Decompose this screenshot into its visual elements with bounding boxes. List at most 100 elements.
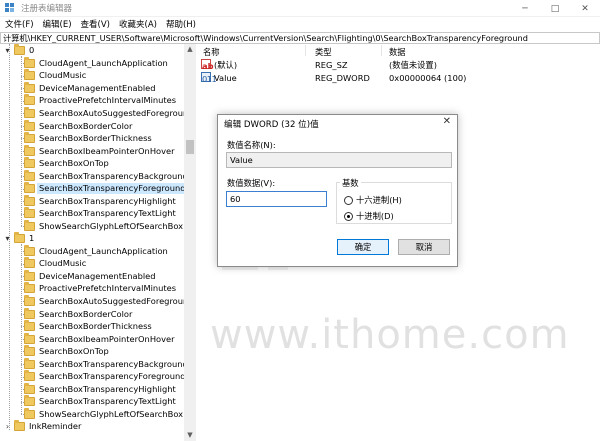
scrollbar-thumb[interactable]	[186, 140, 194, 154]
folder-icon	[24, 219, 35, 231]
ok-button[interactable]: 确定	[337, 239, 389, 255]
maximize-button[interactable]: □	[540, 0, 570, 17]
collapse-arrow-icon[interactable]: ▾	[3, 234, 12, 243]
folder-icon	[24, 169, 35, 181]
folder-icon	[24, 382, 35, 394]
tree-node-child[interactable]: SearchBoxTransparencyTextLight	[21, 207, 178, 221]
decimal-radio[interactable]: 十进制(D)	[344, 210, 394, 222]
folder-icon	[24, 144, 35, 156]
tree-node-child[interactable]: SearchBoxTransparencyHighlight	[21, 194, 178, 208]
menu-bar: 文件(F) 编辑(E) 查看(V) 收藏夹(A) 帮助(H)	[0, 17, 600, 31]
tree-node-label: SearchBoxTransparencyHighlight	[39, 195, 176, 206]
minimize-button[interactable]: ─	[510, 0, 540, 17]
value-name-field[interactable]: Value	[226, 152, 452, 168]
scroll-up-arrow-icon[interactable]: ▲	[184, 44, 196, 55]
decimal-radio-label: 十进制(D)	[356, 211, 394, 221]
menu-view[interactable]: 查看(V)	[77, 18, 114, 30]
menu-favorites[interactable]: 收藏夹(A)	[115, 18, 161, 30]
dialog-close-icon[interactable]: ✕	[443, 116, 451, 127]
tree-node-0[interactable]: ▾ 0	[3, 44, 36, 57]
key-tree[interactable]: ▾ 0 CloudAgent_LaunchApplication CloudMus…	[0, 44, 196, 441]
tree-node-child[interactable]: SearchBoxIbeamPointerOnHover	[21, 144, 177, 158]
tree-node-child[interactable]: SearchBoxTransparencyForeground	[21, 370, 188, 384]
tree-node-child[interactable]: SearchBoxAutoSuggestedForegroundCo	[21, 294, 195, 308]
tree-node-label: CloudAgent_LaunchApplication	[39, 57, 168, 68]
tree-node-child[interactable]: SearchBoxTransparencyBackground	[21, 357, 190, 371]
value-data-input[interactable]: 60	[226, 191, 327, 207]
value-name-label: 数值名称(N):	[227, 140, 276, 150]
folder-icon	[24, 94, 35, 106]
folder-icon	[14, 419, 25, 431]
tree-node-label: SearchBoxTransparencyBackground	[39, 358, 188, 369]
tree-node-child[interactable]: DeviceManagementEnabled	[21, 269, 158, 283]
menu-file[interactable]: 文件(F)	[1, 18, 38, 30]
column-divider[interactable]	[305, 45, 306, 56]
column-header-name[interactable]: 名称	[203, 46, 220, 58]
folder-icon	[24, 282, 35, 294]
tree-node-label: DeviceManagementEnabled	[39, 270, 156, 281]
menu-help[interactable]: 帮助(H)	[162, 18, 200, 30]
scroll-down-arrow-icon[interactable]: ▼	[184, 430, 196, 441]
close-button[interactable]: ✕	[570, 0, 600, 17]
tree-node-label: SearchBoxBorderThickness	[39, 133, 152, 144]
tree-node-label: SearchBoxTransparencyForeground	[37, 183, 188, 195]
value-type: REG_DWORD	[315, 73, 370, 83]
tree-node-label: SearchBoxOnTop	[39, 158, 109, 169]
folder-icon	[24, 370, 35, 382]
folder-icon	[24, 81, 35, 93]
tree-node-label: CloudMusic	[39, 70, 87, 81]
column-divider[interactable]	[381, 45, 382, 56]
tree-scrollbar[interactable]: ▲ ▼	[184, 44, 196, 441]
tree-node-label: SearchBoxBorderThickness	[39, 321, 152, 332]
column-header-data[interactable]: 数据	[389, 46, 406, 58]
tree-node-child[interactable]: ProactivePrefetchIntervalMinutes	[21, 94, 178, 108]
menu-edit[interactable]: 编辑(E)	[39, 18, 76, 30]
edit-dword-dialog[interactable]: 编辑 DWORD (32 位)值 ✕ 数值名称(N): Value 数值数据(V…	[217, 114, 458, 267]
tree-node-label: CloudMusic	[39, 258, 87, 269]
tree-node-child[interactable]: ProactivePrefetchIntervalMinutes	[21, 282, 178, 296]
value-data-label: 数值数据(V):	[227, 178, 276, 188]
tree-node-label: SearchBoxTransparencyTextLight	[39, 396, 176, 407]
hex-radio[interactable]: 十六进制(H)	[344, 194, 402, 206]
cancel-button[interactable]: 取消	[398, 239, 450, 255]
tree-node-1[interactable]: ▾ 1	[3, 231, 36, 245]
tree-node-child[interactable]: SearchBoxBorderColor	[21, 119, 134, 133]
tree-node-child[interactable]: SearchBoxBorderThickness	[21, 320, 154, 333]
tree-node-label: InkReminder	[29, 420, 82, 431]
tree-node-inkreminder[interactable]: › InkReminder	[3, 419, 83, 433]
folder-icon	[24, 56, 35, 68]
tree-node-child[interactable]: DeviceManagementEnabled	[21, 81, 158, 95]
value-name: Value	[214, 73, 237, 83]
tree-node-child[interactable]: CloudMusic	[21, 69, 88, 83]
tree-node-child[interactable]: SearchBoxOnTop	[21, 345, 111, 358]
dword-value-icon: 011	[201, 72, 217, 84]
address-bar[interactable]: 计算机\HKEY_CURRENT_USER\Software\Microsoft…	[0, 32, 600, 44]
tree-node-child[interactable]: SearchBoxAutoSuggestedForegroundCo	[21, 106, 196, 120]
folder-icon	[24, 69, 35, 81]
tree-node-child[interactable]: SearchBoxOnTop	[21, 157, 111, 170]
column-header-type[interactable]: 类型	[315, 46, 332, 58]
tree-node-label: ShowSearchGlyphLeftOfSearchBox	[39, 408, 184, 419]
collapse-arrow-icon[interactable]: ▾	[3, 46, 12, 55]
folder-icon	[24, 257, 35, 269]
folder-icon	[24, 357, 35, 369]
value-row-default[interactable]: ab (默认) REG_SZ (数值未设置)	[201, 59, 600, 71]
tree-node-child[interactable]: SearchBoxTransparencyForeground	[21, 182, 188, 196]
tree-node-child[interactable]: ShowSearchGlyphLeftOfSearchBox	[21, 407, 185, 421]
tree-node-child[interactable]: SearchBoxTransparencyTextLight	[21, 395, 178, 409]
expand-arrow-icon[interactable]: ›	[3, 422, 12, 431]
value-name: (默认)	[214, 60, 238, 70]
tree-node-child[interactable]: SearchBoxTransparencyHighlight	[21, 382, 178, 396]
tree-node-child[interactable]: SearchBoxTransparencyBackground	[21, 169, 190, 183]
tree-node-child[interactable]: CloudMusic	[21, 257, 88, 271]
tree-node-child[interactable]: SearchBoxBorderThickness	[21, 132, 154, 145]
value-row-value[interactable]: 011 Value REG_DWORD 0x00000064 (100)	[201, 72, 600, 84]
folder-icon	[24, 119, 35, 131]
tree-node-child[interactable]: CloudAgent_LaunchApplication	[21, 244, 170, 258]
tree-node-child[interactable]: SearchBoxIbeamPointerOnHover	[21, 332, 177, 346]
tree-node-label: SearchBoxAutoSuggestedForegroundCo	[39, 107, 196, 118]
radio-icon	[344, 195, 353, 205]
tree-node-child[interactable]: CloudAgent_LaunchApplication	[21, 56, 170, 70]
tree-node-child[interactable]: ShowSearchGlyphLeftOfSearchBox	[21, 219, 185, 233]
tree-node-child[interactable]: SearchBoxBorderColor	[21, 307, 134, 321]
